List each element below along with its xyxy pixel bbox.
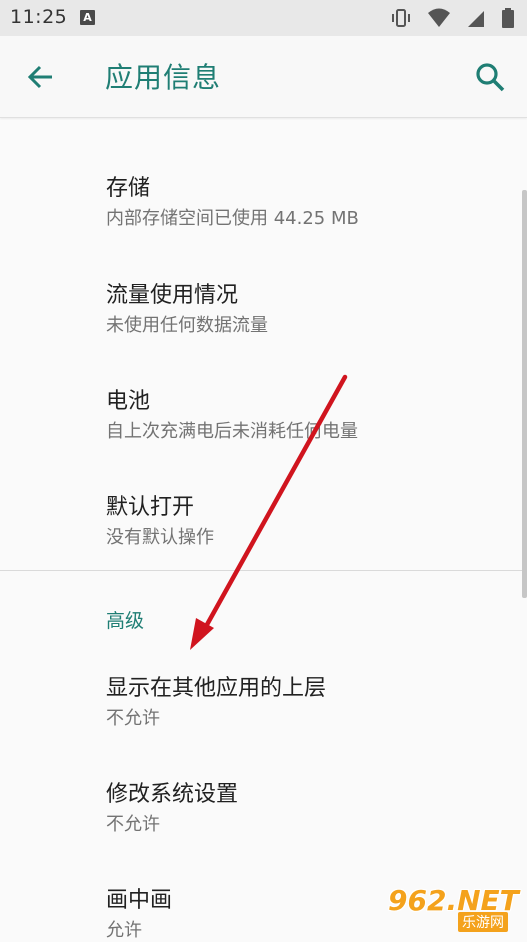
item-subtitle: 没有默认操作 [106, 527, 214, 548]
settings-list: 存储 内部存储空间已使用 44.25 MB 流量使用情况 未使用任何数据流量 电… [0, 118, 527, 941]
item-title: 存储 [106, 176, 151, 201]
notification-icon: A [80, 10, 95, 25]
item-title: 电池 [106, 389, 151, 414]
item-title: 画中画 [106, 888, 173, 913]
battery-icon [502, 8, 514, 28]
list-item-modify-system-settings[interactable]: 修改系统设置 不允许 [0, 764, 520, 844]
status-time: 11:25 [10, 6, 68, 28]
watermark-logo: 962.NET 乐游网 [388, 884, 524, 932]
section-divider [0, 570, 527, 571]
status-bar: 11:25 A [0, 0, 527, 36]
item-title: 默认打开 [106, 495, 195, 520]
list-item-display-over-apps[interactable]: 显示在其他应用的上层 不允许 [0, 658, 520, 738]
section-header-advanced: 高级 [106, 610, 145, 632]
arrow-left-icon [27, 65, 52, 89]
list-item-battery[interactable]: 电池 自上次充满电后未消耗任何电量 [0, 371, 520, 451]
item-subtitle: 内部存储空间已使用 44.25 MB [106, 208, 359, 229]
status-icons [380, 7, 515, 29]
watermark-tagline: 乐游网 [458, 912, 508, 932]
app-bar: 应用信息 [0, 36, 527, 118]
item-title: 修改系统设置 [106, 782, 239, 807]
vibrate-icon [391, 9, 410, 27]
signal-icon [467, 11, 484, 27]
list-item-data-usage[interactable]: 流量使用情况 未使用任何数据流量 [0, 265, 520, 345]
item-subtitle: 不允许 [106, 814, 160, 835]
page-title: 应用信息 [105, 61, 222, 94]
back-button[interactable] [24, 60, 58, 94]
item-title: 流量使用情况 [106, 283, 239, 308]
wifi-icon [427, 8, 450, 27]
search-icon [476, 63, 505, 92]
search-button[interactable] [473, 60, 507, 94]
item-subtitle: 不允许 [106, 708, 160, 729]
list-item-storage[interactable]: 存储 内部存储空间已使用 44.25 MB [0, 158, 520, 238]
list-item-open-by-default[interactable]: 默认打开 没有默认操作 [0, 477, 520, 557]
scrollbar[interactable] [522, 190, 527, 598]
item-subtitle: 未使用任何数据流量 [106, 315, 268, 336]
item-subtitle: 自上次充满电后未消耗任何电量 [106, 421, 358, 442]
item-subtitle: 允许 [106, 920, 142, 941]
item-title: 显示在其他应用的上层 [106, 676, 327, 701]
